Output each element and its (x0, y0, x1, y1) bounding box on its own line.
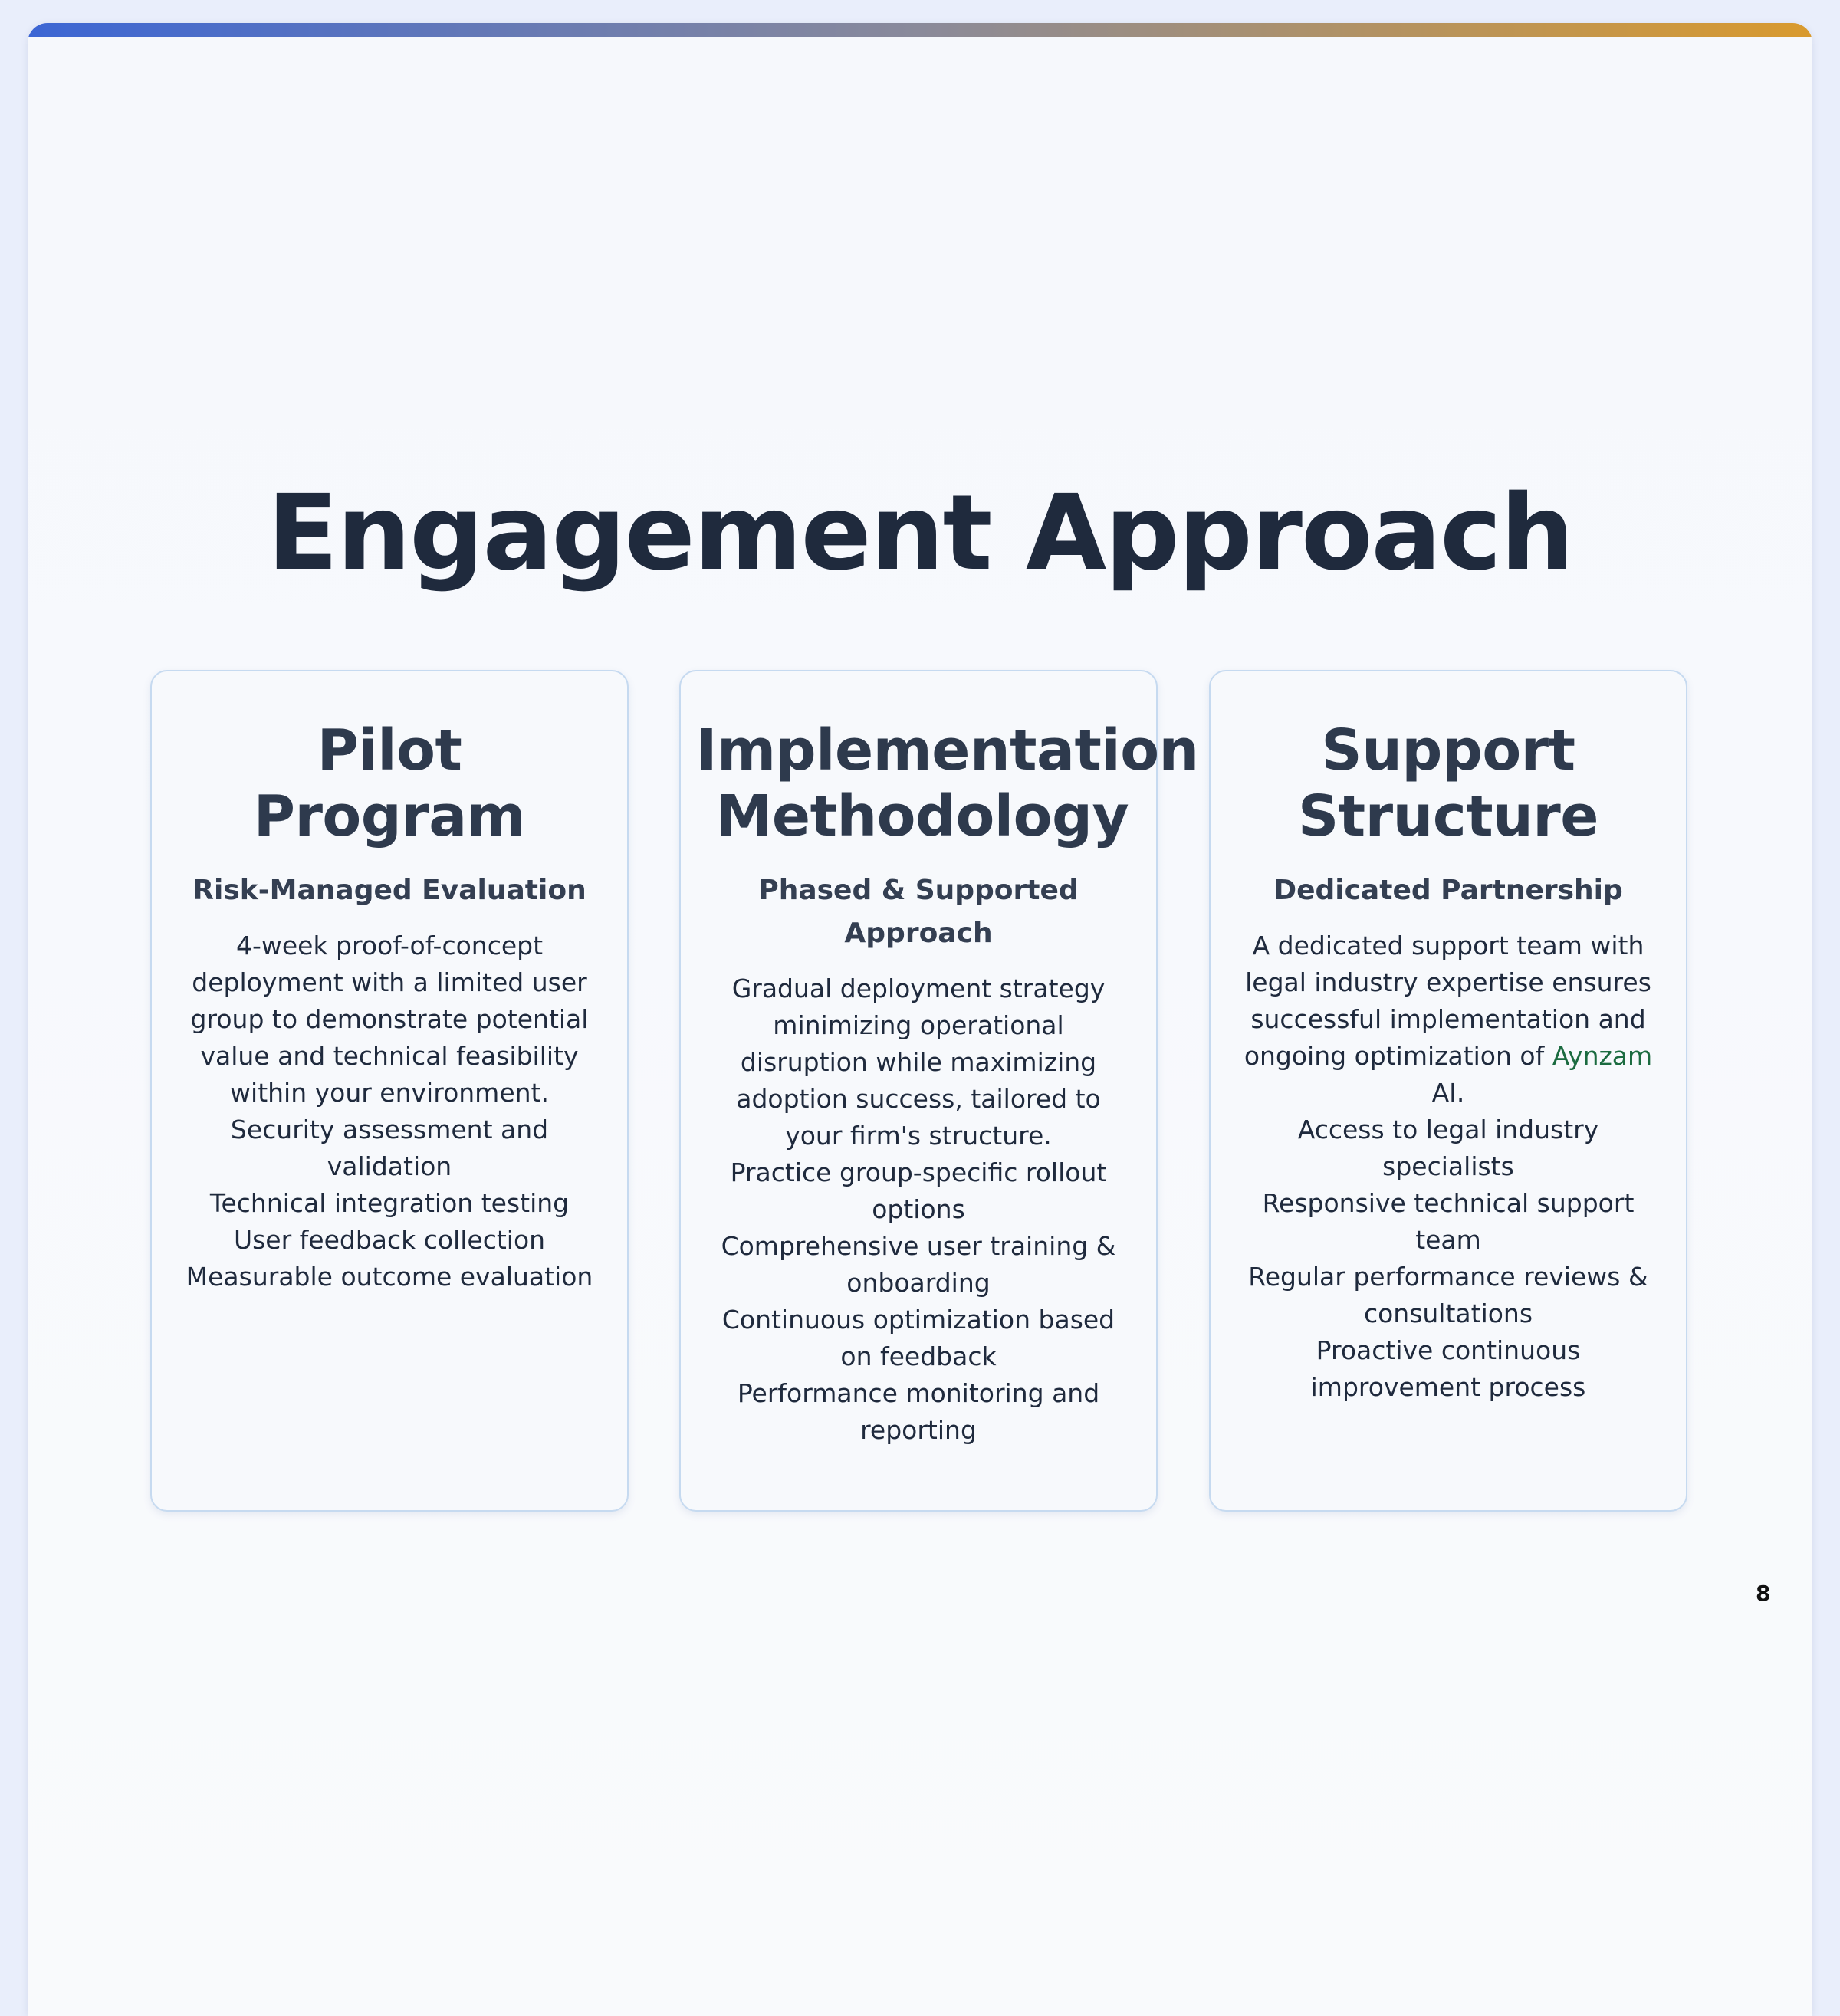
feature-list: Practice group-specific rollout options … (711, 1154, 1125, 1449)
page-title: Engagement Approach (267, 473, 1574, 594)
card-body: A dedicated support team with legal indu… (1241, 928, 1655, 1406)
card-implementation-methodology: Implementation Methodology Phased & Supp… (679, 670, 1199, 1512)
feature-item: Measurable outcome evaluation (186, 1262, 593, 1292)
feature-item: User feedback collection (233, 1225, 546, 1255)
card-title: Implementation Methodology (696, 717, 1199, 849)
card-description: Gradual deployment strategy minimizing o… (731, 974, 1106, 1151)
card-body: Gradual deployment strategy minimizing o… (711, 970, 1125, 1449)
brand-name: Aynzam (1552, 1041, 1653, 1071)
feature-list: Security assessment and validation Techn… (182, 1111, 596, 1295)
description-text-end: AI. (1431, 1078, 1465, 1108)
card-description: 4-week proof-of-concept deployment with … (190, 931, 589, 1108)
card-subtitle: Phased & Supported Approach (758, 875, 1079, 949)
card-support-structure: Support Structure Dedicated Partnership … (1209, 670, 1687, 1512)
card-subtitle: Dedicated Partnership (1273, 875, 1623, 906)
feature-item: Comprehensive user training & onboarding (721, 1231, 1116, 1298)
card-pilot-program: Pilot Program Risk-Managed Evaluation 4-… (150, 670, 629, 1512)
card-title: Support Structure (1298, 717, 1598, 849)
feature-item: Continuous optimization based on feedbac… (721, 1305, 1116, 1371)
feature-item: Responsive technical support team (1262, 1188, 1635, 1255)
card-description: A dedicated support team with legal indu… (1241, 928, 1655, 1111)
feature-list: Access to legal industry specialists Res… (1241, 1111, 1655, 1406)
feature-item: Practice group-specific rollout options (730, 1157, 1107, 1224)
feature-item: Regular performance reviews & consultati… (1248, 1262, 1648, 1328)
card-body: 4-week proof-of-concept deployment with … (182, 928, 596, 1295)
feature-item: Security assessment and validation (230, 1115, 549, 1181)
feature-item: Proactive continuous improvement process (1310, 1335, 1586, 1402)
card-title: Pilot Program (253, 717, 526, 849)
page-number: 8 (1756, 1581, 1771, 1606)
feature-item: Technical integration testing (209, 1188, 570, 1218)
feature-item: Performance monitoring and reporting (737, 1378, 1100, 1445)
slide: Engagement Approach Pilot Program Risk-M… (28, 23, 1812, 2016)
card-subtitle: Risk-Managed Evaluation (192, 875, 586, 906)
accent-bar (28, 23, 1812, 37)
feature-item: Access to legal industry specialists (1297, 1115, 1599, 1181)
